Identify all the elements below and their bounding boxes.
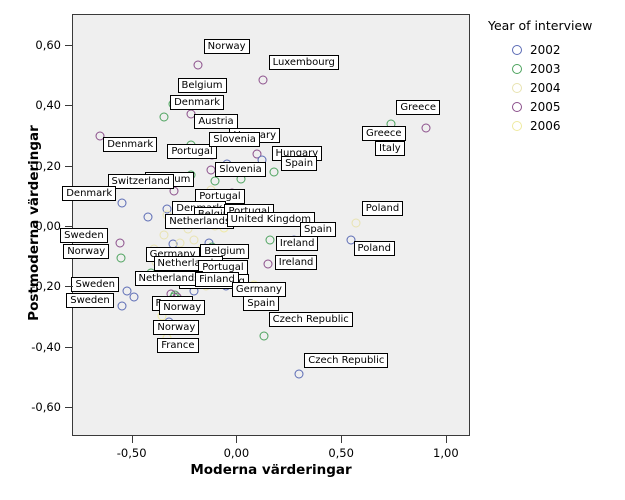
legend-item-label: 2005 xyxy=(530,99,561,114)
data-point[interactable] xyxy=(259,331,269,341)
data-point-layer: Norway Luxembourg Belgium Denmark Austria Gre… xyxy=(60,15,469,435)
x-axis-tick xyxy=(131,435,133,443)
data-point-label: Norway xyxy=(159,300,206,316)
legend-item-2006[interactable]: 2006 xyxy=(512,116,618,135)
data-point[interactable] xyxy=(117,301,127,311)
data-point[interactable] xyxy=(263,259,273,269)
legend-item-2003[interactable]: 2003 xyxy=(512,59,618,78)
y-axis-tick xyxy=(65,45,73,47)
legend-item-label: 2003 xyxy=(530,61,561,76)
y-axis-tick-label: -0,40 xyxy=(31,339,61,354)
data-point-label: Greece xyxy=(361,126,406,142)
data-point[interactable] xyxy=(122,286,132,296)
data-point[interactable] xyxy=(258,75,268,85)
data-point-label: Denmark xyxy=(62,186,117,202)
legend-marker-icon xyxy=(512,101,522,112)
y-axis-tick xyxy=(65,105,73,107)
data-point-label: Sweden xyxy=(71,276,119,292)
legend-item-2004[interactable]: 2004 xyxy=(512,78,618,97)
data-point-unlabeled[interactable] xyxy=(210,176,220,186)
y-axis-tick-label: -0,20 xyxy=(31,279,61,294)
y-axis-tick xyxy=(65,406,73,408)
x-axis-tick-label: 0,00 xyxy=(223,446,250,460)
y-axis-tick-label: 0,20 xyxy=(35,158,61,173)
legend-marker-icon xyxy=(512,120,522,131)
x-axis-tick-label: -0,50 xyxy=(116,446,147,460)
plot-area: Norway Luxembourg Belgium Denmark Austria Gre… xyxy=(31,14,470,460)
data-point-label: France xyxy=(157,337,199,353)
data-point-label: Norway xyxy=(63,243,110,259)
data-point[interactable] xyxy=(193,60,203,70)
data-point-unlabeled[interactable] xyxy=(159,230,169,240)
data-point-label: Slovenia xyxy=(209,132,260,148)
data-point[interactable] xyxy=(421,123,431,133)
y-axis-tick-label: -0,60 xyxy=(31,399,61,414)
y-axis-tick-label: 0,40 xyxy=(35,98,61,113)
legend-item-2005[interactable]: 2005 xyxy=(512,97,618,116)
scatter-plot-figure: Postmoderna värderingar Norway Luxembourg… xyxy=(0,0,625,500)
data-point-label: Greece xyxy=(396,99,440,115)
data-point-label: Germany xyxy=(231,282,286,298)
data-point-unlabeled[interactable] xyxy=(189,235,199,245)
data-point-label: Czech Republic xyxy=(268,312,353,328)
data-point-label: Netherlands xyxy=(165,214,235,230)
data-point-label: Ireland xyxy=(274,254,318,270)
data-point-label: Spain xyxy=(299,221,336,237)
data-point-label: Denmark xyxy=(103,136,158,152)
legend-title: Year of interview xyxy=(488,18,593,33)
data-point[interactable] xyxy=(265,235,275,245)
data-point-label: Spain xyxy=(243,296,280,312)
data-point[interactable] xyxy=(159,112,169,122)
data-point-label: Spain xyxy=(281,155,318,171)
data-point-label: Sweden xyxy=(60,227,108,243)
legend-item-2002[interactable]: 2002 xyxy=(512,40,618,59)
legend-marker-icon xyxy=(512,63,522,74)
legend-marker-icon xyxy=(512,82,522,93)
data-point[interactable] xyxy=(294,369,304,379)
y-axis-tick-label: 0,00 xyxy=(35,219,61,233)
x-axis-title: Moderna värderingar xyxy=(190,462,352,478)
x-axis-tick xyxy=(445,435,447,443)
legend-entries: 2002 2003 2004 2005 2006 xyxy=(488,40,618,135)
legend-item-label: 2002 xyxy=(530,42,561,57)
data-point-label: Luxembourg xyxy=(268,54,339,70)
data-point-label: Netherlands xyxy=(134,270,204,286)
data-point-label: Slovenia xyxy=(215,162,266,178)
data-point-label: Poland xyxy=(361,200,404,216)
data-point-label: Italy xyxy=(375,140,405,156)
legend: Year of interview 2002 2003 2004 2005 2006 xyxy=(488,18,618,135)
data-point-label: Czech Republic xyxy=(304,352,389,368)
x-axis-tick-label: 0,50 xyxy=(328,446,354,460)
legend-marker-icon xyxy=(512,44,522,55)
legend-item-label: 2004 xyxy=(530,80,561,95)
x-axis-tick xyxy=(236,435,238,443)
data-point-label: Sweden xyxy=(66,292,114,308)
y-axis-tick xyxy=(65,286,73,288)
y-axis-tick xyxy=(65,346,73,348)
data-point[interactable] xyxy=(269,167,279,177)
data-point-label: Norway xyxy=(153,320,200,336)
legend-item-label: 2006 xyxy=(530,118,561,133)
data-point-label: Belgium xyxy=(177,77,227,93)
data-point-label: Ireland xyxy=(275,235,319,251)
data-point[interactable] xyxy=(351,218,361,228)
data-point[interactable] xyxy=(116,253,126,263)
x-axis-tick xyxy=(341,435,343,443)
data-point[interactable] xyxy=(115,238,125,248)
data-point-label: Switzerland xyxy=(107,174,174,190)
data-point-label: Denmark xyxy=(170,95,225,111)
y-axis-tick xyxy=(65,165,73,167)
data-point-unlabeled[interactable] xyxy=(143,212,153,222)
y-axis-tick-label: 0,60 xyxy=(35,38,61,53)
data-point-label: Poland xyxy=(353,240,395,256)
y-axis-tick xyxy=(65,226,73,227)
data-point-label: Norway xyxy=(203,38,250,54)
data-point[interactable] xyxy=(117,198,127,208)
x-axis-tick-label: 1,00 xyxy=(433,446,459,460)
